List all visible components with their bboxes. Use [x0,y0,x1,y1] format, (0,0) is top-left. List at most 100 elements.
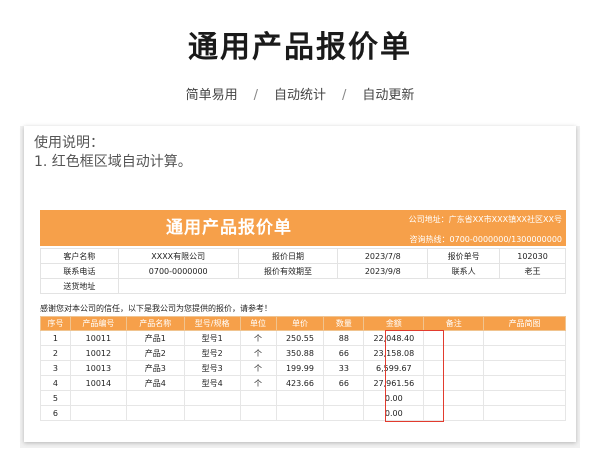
table-cell[interactable] [323,405,365,421]
quote-items-table: 序号 产品编号 产品名称 型号/规格 单位 单价 数量 金额 备注 产品简图 1… [40,316,566,421]
table-cell[interactable] [483,390,566,406]
table-row: 5 0.00 [40,390,566,406]
table-cell[interactable] [423,375,485,391]
table-row: 4 10014 产品4 型号4 个 423.66 66 27,961.56 [40,375,566,391]
amount-cell[interactable]: 23,158.08 [363,345,425,361]
table-cell[interactable] [423,405,485,421]
table-cell[interactable]: 5 [40,390,71,406]
table-cell[interactable] [323,390,365,406]
table-cell[interactable] [275,390,325,406]
table-cell[interactable]: 10012 [69,345,127,361]
table-row: 3 10013 产品3 型号3 个 199.99 33 6,599.67 [40,360,566,376]
table-cell[interactable]: 个 [239,375,277,391]
table-cell[interactable]: 6 [40,405,71,421]
table-cell[interactable]: 产品2 [125,345,185,361]
info-label: 报价单号 [427,248,501,264]
table-cell[interactable]: 10013 [69,360,127,376]
table-cell[interactable]: 产品3 [125,360,185,376]
contact-cell[interactable]: 老王 [499,263,566,279]
table-cell[interactable] [483,330,566,346]
table-cell[interactable]: 10011 [69,330,127,346]
table-cell[interactable]: 350.88 [275,345,325,361]
feature-auto-stats: 自动统计 [273,88,326,103]
company-address: 公司地址：广东省XX市XXX镇XX社区XX号 [408,215,562,224]
table-cell[interactable]: 4 [40,375,71,391]
items-header-row: 序号 产品编号 产品名称 型号/规格 单位 单价 数量 金额 备注 产品简图 [40,316,566,331]
info-label: 报价日期 [237,248,339,264]
table-cell[interactable] [423,345,485,361]
table-row: 6 0.00 [40,405,566,421]
customer-name-cell[interactable]: XXXX有限公司 [117,248,239,264]
table-cell[interactable]: 2 [40,345,71,361]
column-header: 单位 [239,316,277,331]
table-cell[interactable]: 66 [323,375,365,391]
table-cell[interactable]: 个 [239,330,277,346]
quote-number-cell[interactable]: 102030 [499,248,566,264]
phone-cell[interactable]: 0700-0000000 [117,263,239,279]
table-cell[interactable] [69,405,127,421]
amount-cell[interactable]: 0.00 [363,390,425,406]
table-cell[interactable] [423,390,485,406]
table-cell[interactable]: 个 [239,360,277,376]
thanks-note: 感谢您对本公司的信任，以下是我公司为您提供的报价，请参考！ [40,304,272,313]
table-cell[interactable]: 66 [323,345,365,361]
customer-info-table: 客户名称 XXXX有限公司 报价日期 2023/7/8 报价单号 102030 … [40,248,567,294]
table-cell[interactable]: 1 [40,330,71,346]
column-header: 数量 [323,316,365,331]
table-cell[interactable]: 型号1 [183,330,241,346]
amount-cell[interactable]: 0.00 [363,405,425,421]
table-cell[interactable] [183,405,241,421]
feature-easy: 简单易用 [185,88,238,103]
table-cell[interactable]: 产品1 [125,330,185,346]
table-cell[interactable] [239,405,277,421]
table-cell[interactable] [125,405,185,421]
feature-list: 简单易用 / 自动统计 / 自动更新 [0,84,600,103]
table-cell[interactable] [483,360,566,376]
quote-date-cell[interactable]: 2023/7/8 [337,248,429,264]
info-row: 客户名称 XXXX有限公司 报价日期 2023/7/8 报价单号 102030 [40,248,566,264]
table-cell[interactable]: 10014 [69,375,127,391]
table-cell[interactable] [423,360,485,376]
table-cell[interactable] [239,390,277,406]
table-cell[interactable] [483,405,566,421]
table-cell[interactable] [423,330,485,346]
table-row: 1 10011 产品1 型号1 个 250.55 88 22,048.40 [40,330,566,346]
amount-cell[interactable]: 6,599.67 [363,360,425,376]
table-cell[interactable]: 3 [40,360,71,376]
table-cell[interactable]: 型号4 [183,375,241,391]
quote-banner: 通用产品报价单 公司地址：广东省XX市XXX镇XX社区XX号 咨询热线：0700… [40,210,566,246]
column-header: 单价 [275,316,325,331]
table-cell[interactable] [183,390,241,406]
info-label: 联系人 [427,263,501,279]
table-cell[interactable]: 423.66 [275,375,325,391]
amount-cell[interactable]: 27,961.56 [363,375,425,391]
table-cell[interactable]: 250.55 [275,330,325,346]
valid-until-cell[interactable]: 2023/9/8 [337,263,429,279]
company-hotline: 咨询热线：0700-0000000/1300000000 [409,235,562,244]
info-label: 报价有效期至 [237,263,339,279]
table-cell[interactable]: 33 [323,360,365,376]
usage-note: 1. 红色框区域自动计算。 [34,154,192,170]
table-cell[interactable] [483,345,566,361]
table-cell[interactable]: 产品4 [125,375,185,391]
table-cell[interactable] [275,405,325,421]
table-cell[interactable]: 88 [323,330,365,346]
info-label: 联系电话 [40,263,119,279]
column-header: 产品编号 [69,316,127,331]
column-header: 备注 [423,316,485,331]
table-row: 2 10012 产品2 型号2 个 350.88 66 23,158.08 [40,345,566,361]
feature-separator: / [342,88,347,103]
table-cell[interactable] [69,390,127,406]
column-header: 型号/规格 [183,316,241,331]
delivery-address-cell[interactable] [117,278,567,294]
info-row: 联系电话 0700-0000000 报价有效期至 2023/9/8 联系人 老王 [40,263,566,279]
table-cell[interactable] [483,375,566,391]
table-cell[interactable]: 型号2 [183,345,241,361]
table-cell[interactable]: 型号3 [183,360,241,376]
table-cell[interactable]: 个 [239,345,277,361]
column-header: 产品简图 [483,316,566,331]
table-cell[interactable] [125,390,185,406]
column-header: 序号 [40,316,71,331]
amount-cell[interactable]: 22,048.40 [363,330,425,346]
table-cell[interactable]: 199.99 [275,360,325,376]
